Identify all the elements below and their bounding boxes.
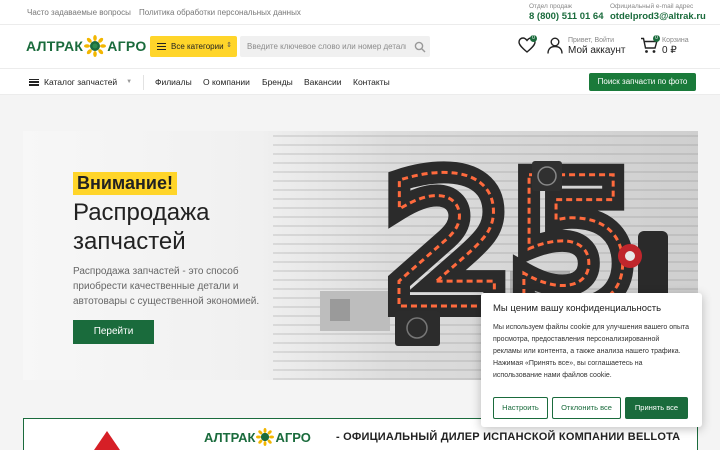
banner-note: Внимание! xyxy=(73,172,177,195)
faq-link[interactable]: Часто задаваемые вопросы xyxy=(27,8,131,17)
banner-title: Распродажа запчастей xyxy=(73,199,210,255)
cart-link[interactable]: Корзина 0 ₽ xyxy=(662,37,689,56)
parts-catalog-label: Каталог запчастей xyxy=(44,77,118,88)
email-caption: Официальный e-mail адрес xyxy=(610,3,694,10)
all-categories-label: Все категории xyxy=(171,42,224,51)
nav-item-branches[interactable]: Филиалы xyxy=(155,77,192,87)
sort-arrows-icon: ⇕ xyxy=(226,42,232,49)
nav-divider xyxy=(143,75,144,90)
cookie-text: Мы используем файлы cookie для улучшения… xyxy=(493,324,689,379)
logo-text-right: АГРО xyxy=(107,38,147,54)
parts-catalog-menu[interactable]: Каталог запчастей ▼ xyxy=(29,77,132,87)
sunflower-logo-icon xyxy=(84,35,107,57)
account-greeting: Привет, Войти xyxy=(568,37,615,44)
nav-item-vacancies[interactable]: Вакансии xyxy=(304,77,341,87)
cart-count-badge: 0 xyxy=(653,35,660,42)
all-categories-button[interactable]: Все категории ⇕ xyxy=(150,36,237,57)
top-bar: Часто задаваемые вопросы Политика обрабо… xyxy=(0,0,720,25)
main-nav: Каталог запчастей ▼ Филиалы О компании Б… xyxy=(0,68,720,95)
banner-description: Распродажа запчастей - это способ приобр… xyxy=(73,266,260,307)
dealer-logo: АЛТРАК АГРО xyxy=(204,428,311,446)
user-icon[interactable] xyxy=(547,37,563,59)
cookie-consent-dialog: Мы ценим вашу конфиденциальность Мы испо… xyxy=(481,293,702,427)
nav-item-brands[interactable]: Бренды xyxy=(262,77,293,87)
dealer-logo-text-right: АГРО xyxy=(275,429,311,445)
menu-icon xyxy=(29,77,39,87)
nav-item-contacts[interactable]: Контакты xyxy=(353,77,390,87)
sunflower-logo-icon xyxy=(256,428,275,446)
site-logo[interactable]: АЛТРАК АГРО xyxy=(26,35,147,57)
email-link[interactable]: otdelprod3@altrak.ru xyxy=(610,11,706,22)
account-label: Мой аккаунт xyxy=(568,45,626,56)
email-contact: Официальный e-mail адрес otdelprod3@altr… xyxy=(610,3,706,23)
cookie-reject-button[interactable]: Отклонить все xyxy=(552,397,621,419)
header: АЛТРАК АГРО Все категории ⇕ Введите ключ… xyxy=(0,25,720,68)
dealer-banner-text: - ОФИЦИАЛЬНЫЙ ДИЛЕР ИСПАНСКОЙ КОМПАНИИ B… xyxy=(336,431,681,443)
photo-search-button[interactable]: Поиск запчасти по фото xyxy=(589,73,696,91)
search-input[interactable] xyxy=(240,36,430,57)
chevron-down-icon: ▼ xyxy=(126,79,133,86)
sales-caption: Отдел продаж xyxy=(529,3,572,10)
dealer-logo-text-left: АЛТРАК xyxy=(204,429,256,445)
banner-go-button[interactable]: Перейти xyxy=(73,320,154,344)
cart-caption: Корзина xyxy=(662,37,689,44)
cookie-title: Мы ценим вашу конфиденциальность xyxy=(493,303,662,314)
favorites-count-badge: 0 xyxy=(530,35,537,42)
bellota-logo-icon xyxy=(94,431,120,450)
sales-contact: Отдел продаж 8 (800) 511 01 64 xyxy=(529,3,603,23)
account-link[interactable]: Привет, Войти Мой аккаунт xyxy=(568,37,625,56)
nav-item-about[interactable]: О компании xyxy=(203,77,250,87)
cookie-accept-button[interactable]: Принять все xyxy=(625,397,688,419)
privacy-policy-link[interactable]: Политика обработки персональных данных xyxy=(139,8,301,17)
cookie-customize-button[interactable]: Настроить xyxy=(493,397,548,419)
sales-phone-link[interactable]: 8 (800) 511 01 64 xyxy=(529,11,603,22)
menu-icon xyxy=(157,41,166,51)
search-icon[interactable] xyxy=(414,40,426,53)
cart-total: 0 ₽ xyxy=(662,45,677,56)
logo-text-left: АЛТРАК xyxy=(26,38,84,54)
